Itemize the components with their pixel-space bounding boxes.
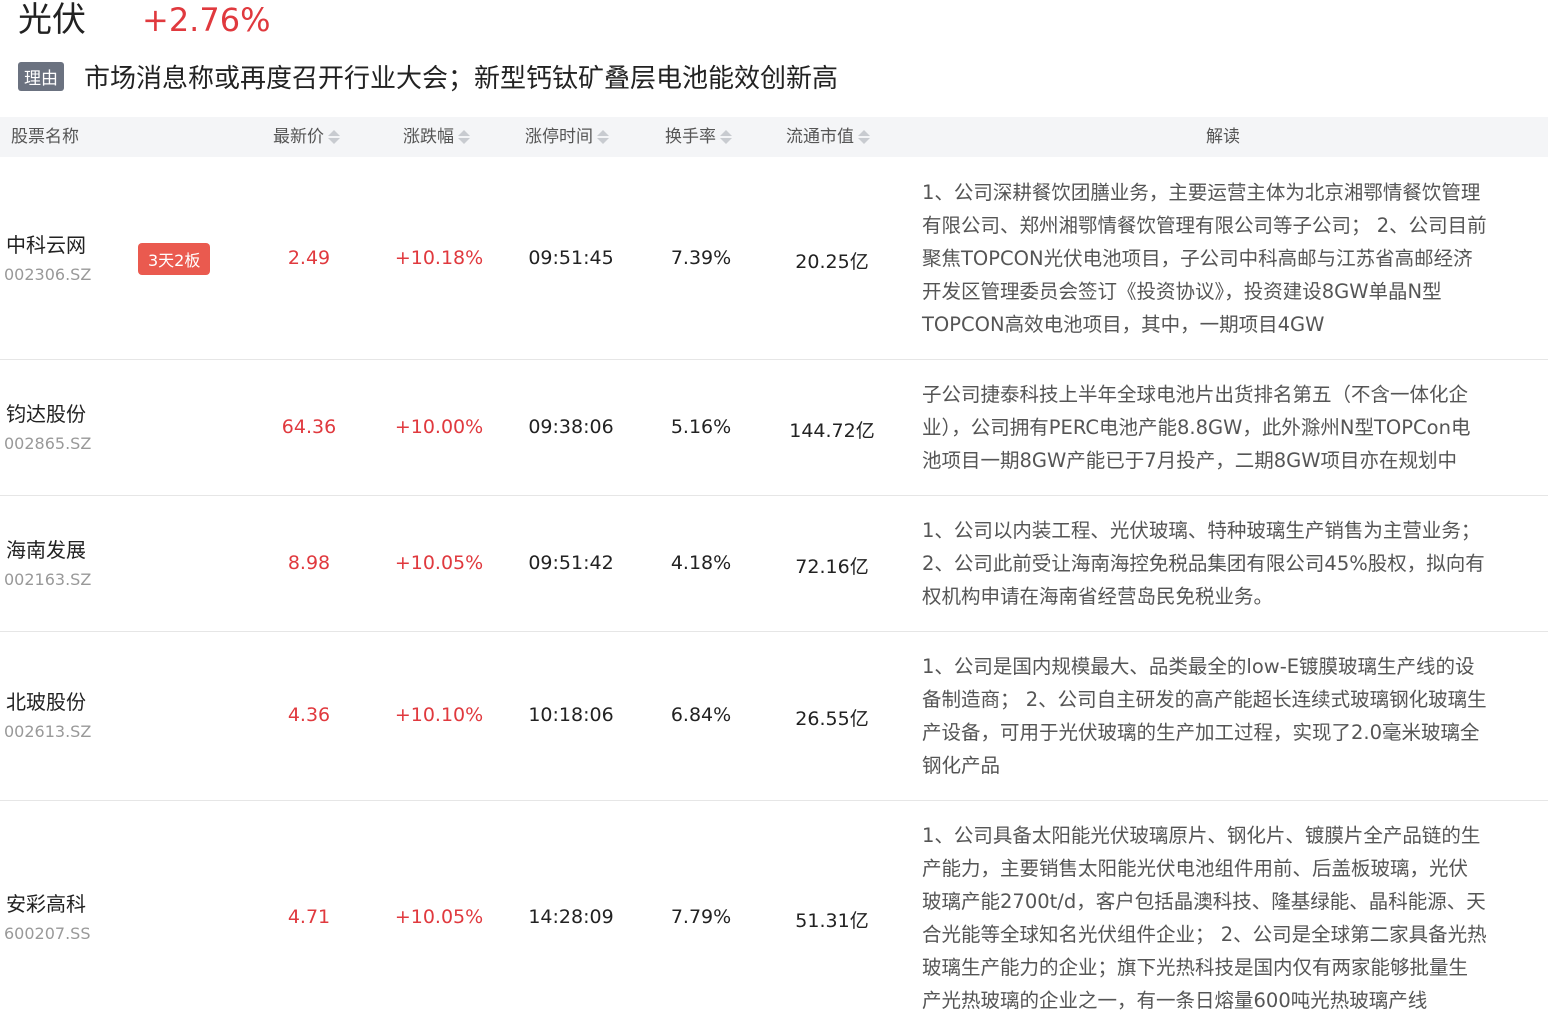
table-header: 股票名称 最新价 涨跌幅 涨停时间 换手率 流通市值 解读 xyxy=(0,117,1548,157)
limit-up-time: 14:28:09 xyxy=(528,906,614,928)
column-header-price[interactable]: 最新价 xyxy=(273,117,340,157)
sort-icon[interactable] xyxy=(458,130,470,144)
reason-row: 理由 市场消息称或再度召开行业大会；新型钙钛矿叠层电池能效创新高 xyxy=(18,58,838,95)
interpretation: 1、公司具备太阳能光伏玻璃原片、钢化片、镀膜片全产品链的生 产能力，主要销售太阳… xyxy=(922,824,1487,1012)
sector-change: +2.76% xyxy=(142,1,271,39)
column-header-limit-time[interactable]: 涨停时间 xyxy=(525,117,609,157)
latest-price: 4.36 xyxy=(287,704,331,726)
interpretation: 1、公司是国内规模最大、品类最全的low-E镀膜玻璃生产线的设 备制造商； 2、… xyxy=(922,655,1487,777)
table-row[interactable]: 北玻股份 002613.SZ 4.36 +10.10% 10:18:06 6.8… xyxy=(0,632,1548,801)
market-cap: 144.72亿 xyxy=(789,420,875,442)
stock-name[interactable]: 安彩高科 xyxy=(6,888,86,917)
stock-name[interactable]: 钧达股份 xyxy=(6,398,86,427)
limit-up-time: 09:51:42 xyxy=(528,552,614,574)
latest-price: 64.36 xyxy=(281,416,337,438)
latest-price: 8.98 xyxy=(287,552,331,574)
sort-icon[interactable] xyxy=(858,130,870,144)
sector-name: 光伏 xyxy=(18,0,86,40)
change-percent: +10.05% xyxy=(394,552,484,574)
column-header-turnover[interactable]: 换手率 xyxy=(665,117,732,157)
column-header-change[interactable]: 涨跌幅 xyxy=(403,117,470,157)
column-header-market-cap[interactable]: 流通市值 xyxy=(786,117,870,157)
sector-header: 光伏 +2.76% xyxy=(18,0,270,40)
latest-price: 4.71 xyxy=(287,906,331,928)
stock-code: 600207.SS xyxy=(4,924,91,943)
limit-up-time: 09:38:06 xyxy=(528,416,614,438)
stock-code: 002613.SZ xyxy=(4,722,92,741)
sort-icon[interactable] xyxy=(328,130,340,144)
stock-code: 002163.SZ xyxy=(4,570,92,589)
turnover-rate: 4.18% xyxy=(670,552,732,574)
market-cap: 26.55亿 xyxy=(795,708,869,730)
interpretation: 1、公司深耕餐饮团膳业务，主要运营主体为北京湘鄂情餐饮管理 有限公司、郑州湘鄂情… xyxy=(922,181,1487,336)
change-percent: +10.10% xyxy=(394,704,484,726)
stock-name[interactable]: 海南发展 xyxy=(6,534,86,563)
table-row[interactable]: 安彩高科 600207.SS 4.71 +10.05% 14:28:09 7.7… xyxy=(0,801,1548,1024)
limit-up-time: 09:51:45 xyxy=(528,247,614,269)
stock-code: 002865.SZ xyxy=(4,434,92,453)
stock-name[interactable]: 中科云网 xyxy=(6,229,86,258)
column-header-name: 股票名称 xyxy=(11,127,79,147)
limit-up-time: 10:18:06 xyxy=(528,704,614,726)
table-row[interactable]: 钧达股份 002865.SZ 64.36 +10.00% 09:38:06 5.… xyxy=(0,360,1548,496)
column-header-interpret: 解读 xyxy=(1206,127,1240,147)
stock-name[interactable]: 北玻股份 xyxy=(6,686,86,715)
reason-text: 市场消息称或再度召开行业大会；新型钙钛矿叠层电池能效创新高 xyxy=(84,64,839,94)
market-cap: 51.31亿 xyxy=(795,910,869,932)
turnover-rate: 6.84% xyxy=(670,704,732,726)
change-percent: +10.18% xyxy=(394,247,484,269)
limit-up-badge: 3天2板 xyxy=(138,243,211,275)
latest-price: 2.49 xyxy=(287,247,331,269)
table-row[interactable]: 中科云网 002306.SZ 3天2板 2.49 +10.18% 09:51:4… xyxy=(0,158,1548,360)
turnover-rate: 7.79% xyxy=(670,906,732,928)
change-percent: +10.05% xyxy=(394,906,484,928)
interpretation: 子公司捷泰科技上半年全球电池片出货排名第五（不含一体化企 业），公司拥有PERC… xyxy=(922,383,1471,472)
table-row[interactable]: 海南发展 002163.SZ 8.98 +10.05% 09:51:42 4.1… xyxy=(0,496,1548,632)
interpretation: 1、公司以内装工程、光伏玻璃、特种玻璃生产销售为主营业务； 2、公司此前受让海南… xyxy=(922,519,1485,608)
turnover-rate: 5.16% xyxy=(670,416,732,438)
stock-code: 002306.SZ xyxy=(4,265,92,284)
reason-tag: 理由 xyxy=(18,62,64,91)
turnover-rate: 7.39% xyxy=(670,247,732,269)
sort-icon[interactable] xyxy=(597,130,609,144)
market-cap: 20.25亿 xyxy=(795,251,869,273)
market-cap: 72.16亿 xyxy=(795,556,869,578)
sort-icon[interactable] xyxy=(720,130,732,144)
change-percent: +10.00% xyxy=(394,416,484,438)
